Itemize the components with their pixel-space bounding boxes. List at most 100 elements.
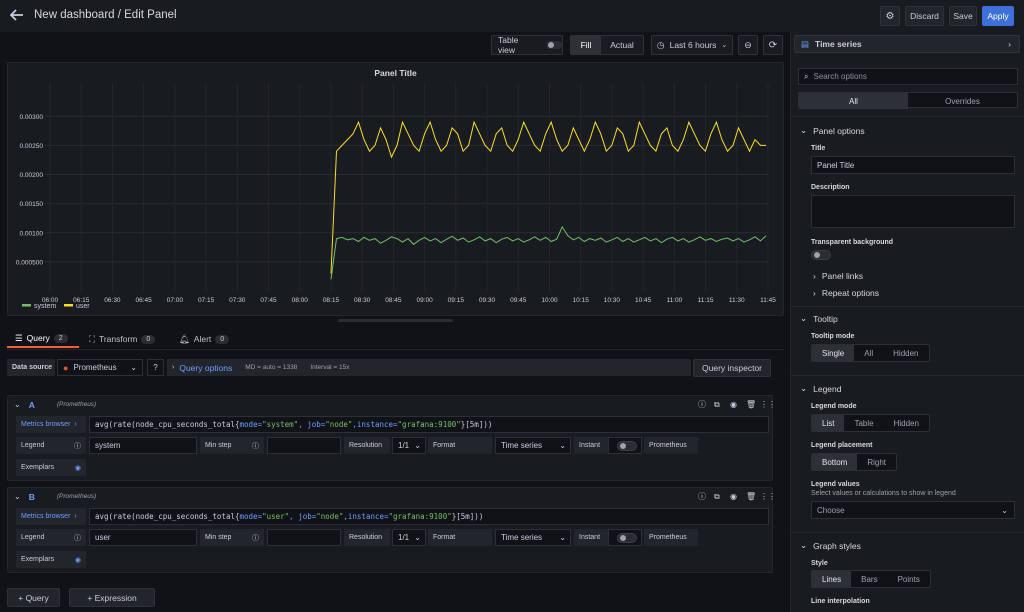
eye-icon[interactable]: ◉ [730, 400, 737, 409]
chevron-right-icon: › [1008, 39, 1011, 49]
chevron-down-icon[interactable]: ⌄ [14, 492, 21, 501]
legend-input[interactable]: user [89, 529, 197, 546]
query-source: (Prometheus) [56, 401, 97, 408]
actual-option[interactable]: Actual [601, 36, 643, 54]
placement-right-option[interactable]: Right [857, 454, 896, 470]
add-query-button[interactable]: + Query [7, 588, 60, 607]
y-tick-label: 0.00250 [20, 143, 44, 150]
legend-values-select[interactable]: Choose ⌄ [811, 501, 1015, 519]
legend-list-option[interactable]: List [812, 415, 845, 431]
metrics-browser-button[interactable]: Metrics browser › [16, 416, 86, 433]
format-label: Format [428, 529, 492, 546]
table-view-toggle[interactable]: Table view [491, 35, 563, 55]
time-series-chart[interactable]: 0.000500 0.00100 0.00150 0.00200 0.00250 0.00… [8, 63, 785, 317]
alert-count-badge: 0 [215, 334, 230, 344]
style-lines-option[interactable]: Lines [812, 571, 852, 587]
resolution-select[interactable]: 1/1 ⌄ [392, 437, 426, 454]
trash-icon[interactable]: 🗑︎ [746, 400, 756, 409]
trash-icon[interactable]: 🗑︎ [746, 492, 756, 501]
drag-handle-icon[interactable]: ⋮⋮ [760, 400, 776, 409]
tab-alert[interactable]: 🔔︎ Alert 0 [179, 330, 230, 348]
tab-transform[interactable]: ⛶ Transform 0 [89, 330, 156, 348]
duplicate-icon[interactable]: ⧉ [714, 400, 720, 410]
tooltip-single-option[interactable]: Single [812, 345, 855, 361]
x-tick-label: 10:45 [635, 297, 652, 304]
title-label: Title [811, 145, 826, 152]
min-step-input[interactable] [267, 529, 341, 546]
panel-links-header[interactable]: › Panel links [813, 271, 863, 281]
instant-toggle[interactable] [617, 533, 637, 543]
tab-overrides[interactable]: Overrides [908, 93, 1017, 109]
back-arrow-icon[interactable] [9, 8, 24, 24]
panel-options-label: Panel options [813, 125, 865, 136]
eye-icon[interactable]: ◉ [75, 556, 81, 564]
prometheus-icon: ● [63, 362, 69, 373]
instant-field [608, 529, 642, 546]
resize-handle[interactable] [338, 319, 453, 322]
zoom-out-button[interactable]: ⊖ [738, 35, 758, 55]
query-letter[interactable]: B [29, 492, 35, 502]
time-series-icon: ▤ [801, 38, 810, 49]
eye-icon[interactable]: ◉ [75, 464, 81, 472]
format-select[interactable]: Time series ⌄ [495, 529, 571, 546]
time-range-picker[interactable]: ◷ Last 6 hours ⌄ [651, 35, 733, 55]
data-source-help[interactable]: ? [147, 359, 164, 376]
series-line-system [330, 225, 767, 280]
tooltip-hidden-option[interactable]: Hidden [883, 345, 928, 361]
add-expression-button[interactable]: + Expression [69, 588, 155, 607]
help-icon[interactable]: ⓘ [698, 491, 706, 502]
data-source-picker[interactable]: ● Prometheus ⌄ [57, 359, 143, 376]
legend-placement-label: Legend placement [811, 442, 873, 449]
transparent-toggle[interactable] [811, 250, 831, 260]
help-icon[interactable]: ⓘ [698, 399, 706, 410]
promql-input[interactable]: avg(rate(node_cpu_seconds_total{mode= "us… [89, 508, 769, 525]
legend-table-option[interactable]: Table [844, 415, 883, 431]
fill-option[interactable]: Fill [571, 36, 601, 54]
description-input[interactable] [811, 195, 1015, 228]
refresh-button[interactable]: ⟳ [763, 35, 783, 55]
search-options-input[interactable]: ⌕ Search options [798, 68, 1018, 85]
drag-handle-icon[interactable]: ⋮⋮ [760, 492, 776, 501]
tooltip-all-option[interactable]: All [854, 345, 883, 361]
query-letter[interactable]: A [29, 400, 35, 410]
legend-mode-group: List Table Hidden [811, 414, 930, 432]
query-options-bar[interactable]: › Query options MD = auto = 1338 Interva… [167, 359, 691, 376]
instant-label: Instant [574, 437, 608, 454]
database-icon: ☰ [15, 332, 23, 343]
apply-button[interactable]: Apply [982, 6, 1014, 26]
eye-icon[interactable]: ◉ [730, 492, 737, 501]
chevron-down-icon[interactable]: ⌄ [14, 400, 21, 409]
discard-button[interactable]: Discard [905, 6, 944, 26]
visualization-picker[interactable]: ▤ Time series › [794, 35, 1020, 53]
promql-input[interactable]: avg(rate(node_cpu_seconds_total{mode= "sy… [89, 416, 769, 433]
repeat-options-header[interactable]: › Repeat options [813, 288, 879, 298]
instant-toggle[interactable] [617, 441, 637, 451]
save-button[interactable]: Save [949, 6, 977, 26]
table-view-switch[interactable] [546, 41, 562, 49]
legend-header[interactable]: ⌄ Legend [800, 383, 842, 394]
legend-input[interactable]: system [89, 437, 197, 454]
query-editor: Data source ● Prometheus ⌄ ? › Query opt… [7, 350, 784, 612]
settings-button[interactable]: ⚙ [880, 6, 900, 26]
resolution-select[interactable]: 1/1 ⌄ [392, 529, 426, 546]
legend-hidden-option[interactable]: Hidden [884, 415, 929, 431]
query-inspector-button[interactable]: Query inspector [693, 359, 771, 377]
style-bars-option[interactable]: Bars [851, 571, 887, 587]
metrics-browser-button[interactable]: Metrics browser › [16, 508, 86, 525]
tab-all[interactable]: All [799, 93, 908, 109]
format-select[interactable]: Time series ⌄ [495, 437, 571, 454]
panel-options-header[interactable]: ⌄ Panel options [800, 125, 865, 136]
expr-value: "node" [325, 420, 353, 429]
graph-styles-header[interactable]: ⌄ Graph styles [800, 540, 861, 551]
x-tick-label: 11:00 [666, 297, 682, 304]
x-tick-label: 08:30 [354, 297, 371, 304]
tab-query[interactable]: ☰ Query 2 [7, 330, 79, 348]
style-points-option[interactable]: Points [888, 571, 930, 587]
x-tick-label: 10:15 [573, 297, 590, 304]
duplicate-icon[interactable]: ⧉ [714, 492, 720, 502]
repeat-options-label: Repeat options [821, 288, 880, 298]
tooltip-header[interactable]: ⌄ Tooltip [800, 313, 838, 324]
title-input[interactable]: Panel Title [811, 156, 1015, 174]
min-step-input[interactable] [267, 437, 341, 454]
placement-bottom-option[interactable]: Bottom [812, 454, 858, 470]
